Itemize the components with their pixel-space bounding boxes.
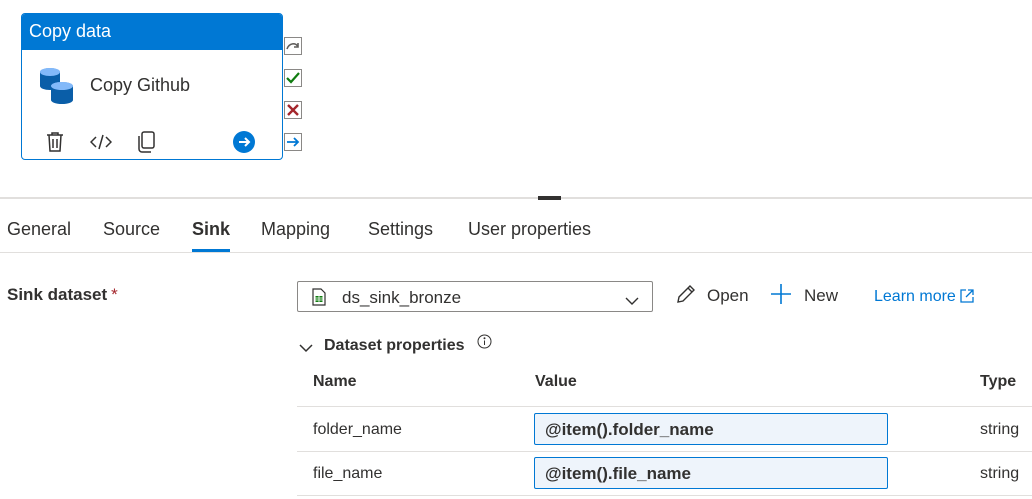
column-header-name: Name: [313, 373, 357, 390]
column-header-value: Value: [535, 373, 577, 390]
row-type: string: [980, 421, 1020, 438]
copy-data-icon: [38, 66, 76, 106]
row-name: folder_name: [313, 421, 402, 438]
info-icon[interactable]: [477, 334, 492, 354]
activity-type-label: Copy data: [22, 14, 282, 50]
delete-icon[interactable]: [44, 130, 66, 154]
dataset-properties-title: Dataset properties: [324, 337, 465, 354]
row-name: file_name: [313, 465, 383, 482]
splitter-grip-handle[interactable]: [538, 196, 561, 200]
column-header-type: Type: [980, 373, 1017, 390]
panel-splitter: [0, 197, 1032, 199]
sink-dataset-dropdown[interactable]: ds_sink_bronze: [297, 281, 653, 312]
pencil-icon: [677, 285, 695, 303]
properties-tabs: General Source Sink Mapping Settings Use…: [0, 213, 1032, 253]
failure-connector-icon[interactable]: [284, 101, 302, 119]
folder-name-value-input[interactable]: @item().folder_name: [534, 413, 888, 445]
completion-connector-icon[interactable]: [284, 133, 302, 151]
file-name-value-input[interactable]: @item().file_name: [534, 457, 888, 489]
chevron-down-icon: [625, 293, 639, 311]
dataset-file-icon: [312, 288, 326, 311]
copy-activity-node[interactable]: Copy data Copy Github: [21, 13, 283, 160]
plus-icon: [771, 284, 791, 304]
row-type: string: [980, 465, 1020, 482]
external-link-icon: [960, 289, 974, 303]
tab-settings[interactable]: Settings: [368, 219, 433, 240]
tab-general[interactable]: General: [7, 219, 71, 240]
go-icon[interactable]: [233, 131, 255, 153]
row-divider: [297, 451, 1032, 452]
sink-dataset-label: Sink dataset *: [7, 285, 118, 304]
clone-icon[interactable]: [136, 130, 158, 154]
tab-user-properties[interactable]: User properties: [468, 219, 591, 240]
success-connector-icon[interactable]: [284, 69, 302, 87]
active-tab-indicator: [192, 249, 230, 252]
skip-connector-icon[interactable]: [284, 37, 302, 55]
chevron-down-icon: [299, 340, 313, 358]
activity-name: Copy Github: [90, 75, 191, 95]
tab-source[interactable]: Source: [103, 219, 160, 240]
new-label: New: [804, 286, 839, 305]
learn-more-link[interactable]: Learn more: [874, 288, 974, 306]
tab-mapping[interactable]: Mapping: [261, 219, 330, 240]
sink-dataset-value: ds_sink_bronze: [342, 288, 462, 307]
required-marker: *: [111, 285, 118, 304]
open-label: Open: [707, 286, 749, 305]
row-divider: [297, 495, 1032, 496]
code-icon[interactable]: [90, 130, 112, 154]
header-divider: [297, 406, 1032, 407]
tab-sink[interactable]: Sink: [192, 219, 230, 240]
